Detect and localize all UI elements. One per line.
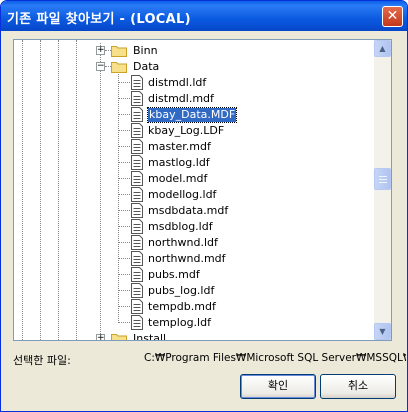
ok-button[interactable]: 확인 xyxy=(240,374,316,399)
file-icon xyxy=(131,219,143,234)
file-label: pubs_log.ldf xyxy=(148,284,215,297)
vertical-scrollbar[interactable]: ▲ ▼ xyxy=(374,40,391,340)
tree-connector xyxy=(118,82,130,83)
tree-connector xyxy=(118,242,130,243)
file-icon xyxy=(131,187,143,202)
window-title: 기존 파일 찾아보기 - (LOCAL) xyxy=(7,12,191,27)
folder-open-icon xyxy=(111,60,127,73)
file-label: pubs.mdf xyxy=(148,268,200,281)
file-label: msdblog.ldf xyxy=(148,220,213,233)
tree-connector xyxy=(118,130,130,131)
file-icon xyxy=(131,75,143,90)
folder-icon xyxy=(111,332,127,340)
file-icon xyxy=(131,299,143,314)
file-label: distmdl.mdf xyxy=(148,92,214,105)
tree-connector xyxy=(118,258,130,259)
file-icon xyxy=(131,251,143,266)
file-label: northwnd.mdf xyxy=(148,252,226,265)
tree-connector xyxy=(118,226,130,227)
file-icon xyxy=(131,203,143,218)
file-icon xyxy=(131,171,143,186)
tree-connector xyxy=(118,162,130,163)
arrow-up-icon: ▲ xyxy=(379,44,386,53)
file-label: tempdb.mdf xyxy=(148,300,216,313)
tree-connector xyxy=(118,322,130,323)
title-bar[interactable]: 기존 파일 찾아보기 - (LOCAL) ✕ xyxy=(1,1,407,31)
collapse-icon[interactable]: − xyxy=(96,62,105,71)
tree-connector xyxy=(118,274,130,275)
file-icon xyxy=(131,283,143,298)
scroll-down-button[interactable]: ▼ xyxy=(374,323,391,340)
file-label: msdbdata.mdf xyxy=(148,204,229,217)
file-label: model.mdf xyxy=(148,172,208,185)
folder-label: Install xyxy=(133,332,167,341)
tree-connector xyxy=(118,146,130,147)
tree-connector xyxy=(118,210,130,211)
file-label: mastlog.ldf xyxy=(148,156,210,169)
file-icon xyxy=(131,139,143,154)
selected-file-path: C:₩Program Files₩Microsoft SQL Server₩MS… xyxy=(144,352,406,364)
tree-connector xyxy=(118,290,130,291)
tree-connector xyxy=(118,306,130,307)
dialog-window: 기존 파일 찾아보기 - (LOCAL) ✕ + Binn − Data dis… xyxy=(0,0,408,412)
folder-label: Binn xyxy=(133,44,158,57)
grip-line xyxy=(379,176,387,177)
close-button[interactable]: ✕ xyxy=(382,6,403,27)
arrow-down-icon: ▼ xyxy=(379,327,386,336)
folder-icon xyxy=(111,44,127,57)
close-icon: ✕ xyxy=(386,8,399,24)
file-label: distmdl.ldf xyxy=(148,76,207,89)
tree-guide-line xyxy=(40,40,41,340)
tree-guide-line xyxy=(100,43,101,340)
file-icon xyxy=(131,107,143,122)
cancel-button[interactable]: 취소 xyxy=(320,374,396,399)
file-label: kbay_Log.LDF xyxy=(148,124,225,137)
selected-file-label: 선택한 파일: xyxy=(13,354,71,367)
file-label: northwnd.ldf xyxy=(148,236,218,249)
file-icon xyxy=(131,235,143,250)
folder-label: Data xyxy=(133,60,160,73)
file-label: templog.ldf xyxy=(148,316,211,329)
file-icon xyxy=(131,123,143,138)
file-label: modellog.ldf xyxy=(148,188,217,201)
scroll-thumb[interactable] xyxy=(374,168,391,190)
tree-guide-line xyxy=(22,40,23,340)
tree-guide-line xyxy=(118,69,119,321)
file-icon xyxy=(131,267,143,282)
file-tree[interactable]: + Binn − Data distmdl.ldf distmdl.mdf kbay… xyxy=(13,39,392,341)
file-icon xyxy=(131,91,143,106)
tree-guide-line xyxy=(58,40,59,340)
expand-icon[interactable]: + xyxy=(96,46,105,55)
grip-line xyxy=(379,179,387,180)
file-icon xyxy=(131,315,143,330)
file-icon xyxy=(131,155,143,170)
file-label: master.mdf xyxy=(148,140,211,153)
grip-line xyxy=(379,182,387,183)
tree-connector xyxy=(118,114,130,115)
tree-guide-line xyxy=(76,40,77,340)
scroll-up-button[interactable]: ▲ xyxy=(374,40,391,57)
file-label: kbay_Data.MDF xyxy=(146,107,238,123)
tree-connector xyxy=(118,194,130,195)
expand-icon[interactable]: + xyxy=(96,334,105,340)
tree-connector xyxy=(118,178,130,179)
tree-connector xyxy=(118,98,130,99)
